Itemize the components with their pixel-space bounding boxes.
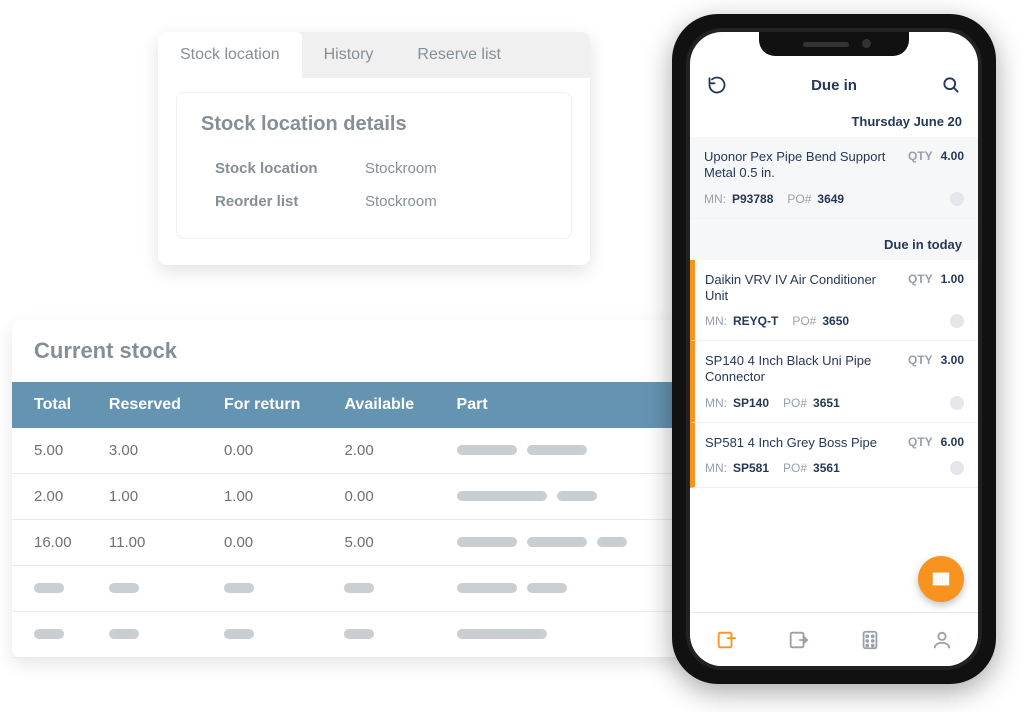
po-value: 3649 bbox=[817, 192, 844, 206]
cell-available: 5.00 bbox=[334, 520, 446, 566]
current-stock-card: Current stock Total Reserved For return … bbox=[12, 320, 684, 658]
list-item[interactable]: SP140 4 Inch Black Uni Pipe Connector QT… bbox=[690, 341, 978, 423]
po-value: 3561 bbox=[813, 461, 840, 475]
item-name: Uponor Pex Pipe Bend Support Metal 0.5 i… bbox=[704, 149, 894, 182]
col-part[interactable]: Part bbox=[447, 382, 684, 428]
mn-value: SP140 bbox=[733, 396, 769, 410]
phone-notch bbox=[759, 32, 909, 56]
cell-available: 0.00 bbox=[334, 474, 446, 520]
col-total[interactable]: Total bbox=[12, 382, 99, 428]
mn-value: SP581 bbox=[733, 461, 769, 475]
current-stock-title: Current stock bbox=[34, 338, 684, 364]
mn-value: REYQ-T bbox=[733, 314, 778, 328]
tab-stock-location[interactable]: Stock location bbox=[158, 32, 302, 78]
label-reorder-list: Reorder list bbox=[215, 193, 365, 210]
list-item[interactable]: Daikin VRV IV Air Conditioner Unit QTY1.… bbox=[690, 260, 978, 342]
cell-total: 2.00 bbox=[12, 474, 99, 520]
cell-reserved: 3.00 bbox=[99, 428, 214, 474]
tab-keypad-icon[interactable] bbox=[858, 628, 882, 652]
po-value: 3651 bbox=[813, 396, 840, 410]
item-name: Daikin VRV IV Air Conditioner Unit bbox=[705, 272, 894, 305]
col-reserved[interactable]: Reserved bbox=[99, 382, 214, 428]
barcode-scan-button[interactable] bbox=[918, 556, 964, 602]
table-row[interactable] bbox=[12, 612, 684, 658]
table-row[interactable]: 16.00 11.00 0.00 5.00 bbox=[12, 520, 684, 566]
cell-reserved: 1.00 bbox=[99, 474, 214, 520]
qty-label: QTY bbox=[908, 149, 933, 163]
cell-for-return: 0.00 bbox=[214, 520, 335, 566]
value-stock-location: Stockroom bbox=[365, 160, 437, 177]
tab-reserve-list[interactable]: Reserve list bbox=[395, 32, 523, 78]
tab-inbox-icon[interactable] bbox=[714, 628, 738, 652]
refresh-icon[interactable] bbox=[706, 74, 728, 96]
section-header: Due in today bbox=[690, 219, 978, 260]
value-reorder-list: Stockroom bbox=[365, 193, 437, 210]
qty-value: 6.00 bbox=[941, 435, 964, 449]
cell-reserved: 11.00 bbox=[99, 520, 214, 566]
cell-for-return: 1.00 bbox=[214, 474, 335, 520]
qty-value: 4.00 bbox=[941, 149, 964, 163]
status-dot-icon bbox=[950, 192, 964, 206]
stock-table: Total Reserved For return Available Part… bbox=[12, 382, 684, 658]
bottom-tabbar bbox=[690, 612, 978, 666]
cell-total: 5.00 bbox=[12, 428, 99, 474]
tab-history[interactable]: History bbox=[302, 32, 396, 78]
mn-label: MN: bbox=[704, 192, 726, 206]
status-dot-icon bbox=[950, 396, 964, 410]
phone-frame: Due in Thursday June 20 Uponor Pex Pipe … bbox=[672, 14, 996, 684]
cell-available: 2.00 bbox=[334, 428, 446, 474]
tabs-row: Stock location History Reserve list bbox=[158, 32, 590, 78]
tab-profile-icon[interactable] bbox=[930, 628, 954, 652]
item-name: SP581 4 Inch Grey Boss Pipe bbox=[705, 435, 894, 451]
phone-screen: Due in Thursday June 20 Uponor Pex Pipe … bbox=[690, 32, 978, 666]
cell-part bbox=[447, 428, 684, 474]
label-stock-location: Stock location bbox=[215, 160, 365, 177]
app-title: Due in bbox=[811, 77, 857, 94]
cell-total: 16.00 bbox=[12, 520, 99, 566]
cell-part bbox=[447, 474, 684, 520]
table-row[interactable]: 2.00 1.00 1.00 0.00 bbox=[12, 474, 684, 520]
table-row[interactable]: 5.00 3.00 0.00 2.00 bbox=[12, 428, 684, 474]
mn-value: P93788 bbox=[732, 192, 773, 206]
list-item[interactable]: Uponor Pex Pipe Bend Support Metal 0.5 i… bbox=[690, 137, 978, 219]
po-label: PO# bbox=[787, 192, 811, 206]
cell-for-return: 0.00 bbox=[214, 428, 335, 474]
tab-outbox-icon[interactable] bbox=[786, 628, 810, 652]
stock-location-details-card: Stock location History Reserve list Stoc… bbox=[158, 32, 590, 265]
details-title: Stock location details bbox=[201, 113, 547, 136]
section-header: Thursday June 20 bbox=[690, 96, 978, 137]
qty-value: 3.00 bbox=[941, 353, 964, 367]
col-for-return[interactable]: For return bbox=[214, 382, 335, 428]
item-name: SP140 4 Inch Black Uni Pipe Connector bbox=[705, 353, 894, 386]
search-icon[interactable] bbox=[940, 74, 962, 96]
po-value: 3650 bbox=[822, 314, 849, 328]
list-item[interactable]: SP581 4 Inch Grey Boss Pipe QTY6.00 MN: … bbox=[690, 423, 978, 488]
col-available[interactable]: Available bbox=[334, 382, 446, 428]
table-row[interactable] bbox=[12, 566, 684, 612]
status-dot-icon bbox=[950, 461, 964, 475]
qty-value: 1.00 bbox=[941, 272, 964, 286]
status-dot-icon bbox=[950, 314, 964, 328]
cell-part bbox=[447, 520, 684, 566]
